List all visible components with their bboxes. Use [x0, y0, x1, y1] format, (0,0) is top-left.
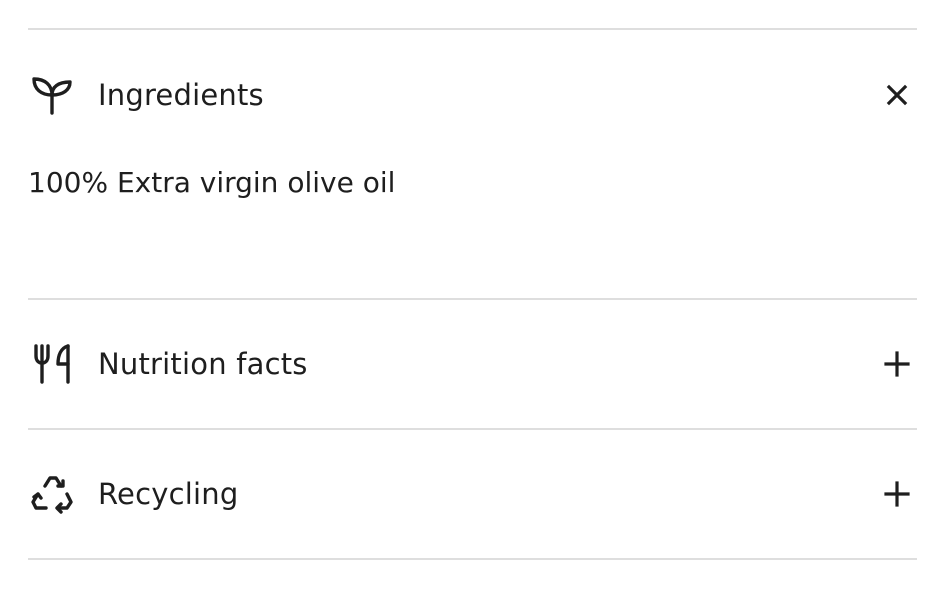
accordion-header-ingredients[interactable]: Ingredients [28, 30, 917, 160]
accordion-header-nutrition[interactable]: Nutrition facts [28, 300, 917, 428]
ingredients-text: 100% Extra virgin olive oil [28, 166, 396, 199]
product-info-accordion: Ingredients 100% Extra virgin olive oil [28, 28, 917, 560]
accordion-section-recycling: Recycling [28, 430, 917, 560]
accordion-section-nutrition: Nutrition facts [28, 300, 917, 430]
recycle-icon [28, 470, 76, 518]
accordion-section-ingredients: Ingredients 100% Extra virgin olive oil [28, 30, 917, 300]
accordion-title: Nutrition facts [98, 347, 308, 381]
accordion-title: Recycling [98, 477, 239, 511]
close-icon[interactable] [877, 75, 917, 115]
accordion-content-ingredients: 100% Extra virgin olive oil [28, 160, 917, 298]
accordion-title: Ingredients [98, 78, 264, 112]
plus-icon[interactable] [877, 474, 917, 514]
utensils-icon [28, 340, 76, 388]
accordion-header-recycling[interactable]: Recycling [28, 430, 917, 558]
plus-icon[interactable] [877, 344, 917, 384]
leaf-icon [28, 71, 76, 119]
